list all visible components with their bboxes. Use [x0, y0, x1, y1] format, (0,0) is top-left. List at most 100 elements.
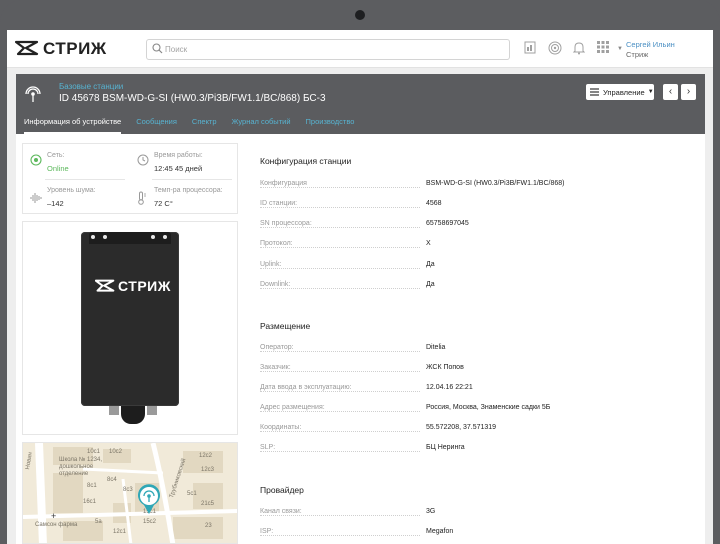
- config-row: Протокол: X: [260, 240, 690, 252]
- section-title-provider: Провайдер: [260, 485, 304, 495]
- row-label: Канал связи:: [260, 508, 305, 515]
- user-name: Сергей Ильин: [626, 40, 675, 49]
- row-value: 3G: [426, 508, 436, 515]
- device-body: СТРИЖ: [81, 232, 179, 406]
- map-label: 12с3: [201, 467, 215, 473]
- row-value: BSM-WD-G-SI (HW0.3/Pi3B/FW1.1/BC/868): [426, 180, 565, 187]
- bell-icon[interactable]: [573, 41, 585, 55]
- page-title: ID 45678 BSM-WD-G-SI (HW0.3/Pi3B/FW1.1/B…: [59, 93, 326, 104]
- map-label: Самсон фарма: [35, 522, 78, 528]
- power-status-icon: [30, 154, 42, 166]
- row-label: ISP:: [260, 528, 277, 535]
- row-label: Uplink:: [260, 261, 285, 268]
- row-label: SLP:: [260, 444, 279, 451]
- apps-grid-icon[interactable]: [597, 41, 609, 53]
- thermometer-icon: [138, 191, 146, 205]
- cpu-temp-label: Темп-ра процессора:: [154, 187, 223, 194]
- row-value: 4568: [426, 200, 442, 207]
- search-box[interactable]: [146, 39, 510, 60]
- row-value: X: [426, 240, 431, 247]
- row-label: Downlink:: [260, 281, 294, 288]
- caret-down-icon: ▼: [647, 89, 654, 95]
- section-title-station: Конфигурация станции: [260, 156, 352, 166]
- clock-icon: [137, 154, 149, 166]
- logo-text: СТРИЖ: [43, 39, 107, 58]
- config-row: Downlink: Да: [260, 281, 690, 293]
- row-value: БЦ Неринга: [426, 444, 465, 451]
- cpu-temp-value: 72 C°: [154, 199, 173, 208]
- network-value: Online: [47, 164, 69, 173]
- user-menu[interactable]: ▼ Сергей Ильин Стриж: [617, 40, 675, 59]
- divider: [45, 179, 125, 180]
- report-icon[interactable]: [524, 41, 536, 54]
- row-value: Megafon: [426, 528, 454, 535]
- row-value: 12.04.16 22:21: [426, 384, 473, 391]
- row-label: Адрес размещения:: [260, 404, 328, 411]
- status-panel: Сеть: Online Время работы: 12:45 45 дней: [22, 143, 238, 214]
- row-value: Да: [426, 281, 435, 288]
- row-label: Заказчик:: [260, 364, 294, 371]
- strizh-logo-icon: [15, 40, 39, 56]
- screw-holes: [91, 235, 107, 241]
- network-label: Сеть:: [47, 152, 65, 159]
- map-label: 10с1: [87, 449, 101, 455]
- config-row: Оператор: Ditelia: [260, 344, 690, 356]
- config-row: Дата ввода в эксплуатацию: 12.04.16 22:21: [260, 384, 690, 396]
- screen: СТРИЖ Поиск ▼ Сергей Ильин Стриж Базовые…: [7, 30, 713, 544]
- station-marker-icon[interactable]: [135, 483, 163, 515]
- device-logo: СТРИЖ: [95, 278, 171, 294]
- config-row: Адрес размещения: Россия, Москва, Знаменс…: [260, 404, 690, 416]
- uptime-value: 12:45 45 дней: [154, 164, 203, 173]
- map-label: 5а: [95, 519, 102, 525]
- device-logo-text: СТРИЖ: [118, 278, 171, 294]
- row-label: Координаты:: [260, 424, 305, 431]
- screw-holes: [151, 235, 167, 241]
- map-label: 10с2: [109, 449, 123, 455]
- map-label: 21с5: [201, 501, 215, 507]
- next-button[interactable]: ›: [681, 84, 696, 100]
- device-header: Базовые станции ID 45678 BSM-WD-G-SI (HW…: [16, 74, 705, 134]
- config-row: Координаты: 55.572208, 37.571319: [260, 424, 690, 436]
- row-label: Конфигурация: [260, 180, 310, 187]
- config-row: Конфигурация BSM-WD-G-SI (HW0.3/Pi3B/FW1.…: [260, 180, 690, 192]
- tab-event-log[interactable]: Журнал событий: [232, 116, 291, 134]
- mounting-tab: [89, 232, 171, 244]
- plus-icon: +: [51, 511, 57, 521]
- noise-value: –142: [47, 199, 64, 208]
- row-label: Дата ввода в эксплуатацию:: [260, 384, 355, 391]
- cpu-temp-cell: Темп-ра процессора: 72 C°: [154, 187, 223, 208]
- map-label: Школа № 1234,: [59, 457, 103, 463]
- user-org: Стриж: [626, 50, 649, 59]
- chevron-down-icon: ▼: [617, 46, 623, 52]
- search-icon: [152, 43, 163, 54]
- noise-wave-icon: [30, 193, 42, 203]
- strizh-logo-icon: [95, 279, 115, 292]
- uptime-label: Время работы:: [154, 152, 203, 159]
- divider: [152, 179, 232, 180]
- map-label: 12с1: [113, 529, 127, 535]
- tab-bar: Информация об устройстве Сообщения Спект…: [24, 116, 369, 134]
- menu-lines-icon: [590, 88, 599, 96]
- tab-messages[interactable]: Сообщения: [136, 116, 177, 134]
- top-bar: СТРИЖ Поиск ▼ Сергей Ильин Стриж: [7, 30, 713, 68]
- location-map[interactable]: Новин Школа № 1234, дошкольное отделение…: [22, 442, 238, 544]
- app-logo[interactable]: СТРИЖ: [15, 38, 107, 60]
- prev-button[interactable]: ‹: [663, 84, 678, 100]
- tab-spectrum[interactable]: Спектр: [192, 116, 217, 134]
- section-title-placement: Размещение: [260, 321, 311, 331]
- config-row: SLP: БЦ Неринга: [260, 444, 690, 456]
- search-input[interactable]: [165, 42, 495, 57]
- station-icon[interactable]: [548, 41, 562, 55]
- breadcrumb[interactable]: Базовые станции: [59, 82, 123, 91]
- map-label: 16с1: [83, 499, 97, 505]
- side-connector: [147, 406, 157, 415]
- manage-dropdown[interactable]: Управление ▼: [586, 84, 654, 100]
- noise-cell: Уровень шума: –142: [47, 187, 96, 208]
- config-row: ISP: Megafon: [260, 528, 690, 540]
- map-label: отделение: [59, 471, 89, 477]
- map-label: дошкольное: [59, 464, 94, 470]
- row-value: ЖСК Попов: [426, 364, 464, 371]
- manage-label: Управление: [603, 87, 645, 97]
- tab-device-info[interactable]: Информация об устройстве: [24, 116, 122, 134]
- tab-production[interactable]: Производство: [306, 116, 355, 134]
